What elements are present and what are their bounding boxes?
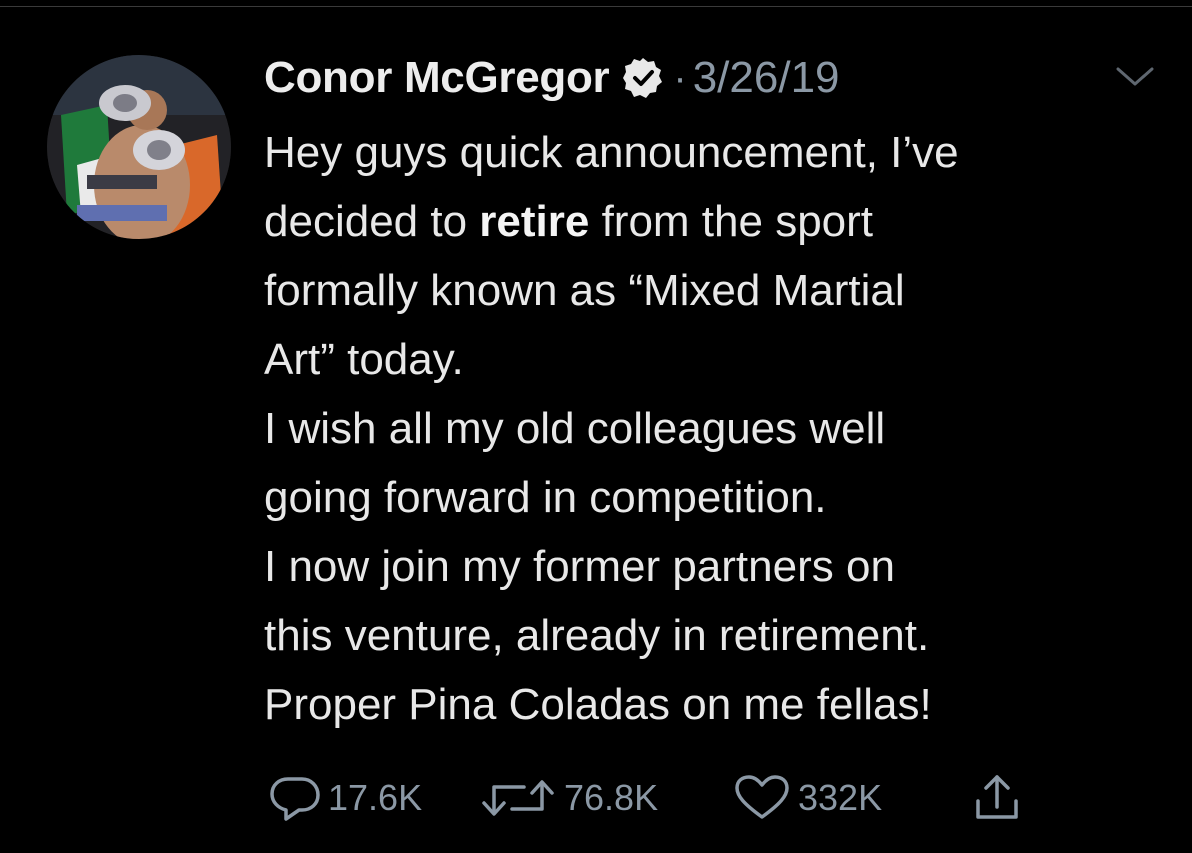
like-button[interactable]: 332K — [732, 773, 972, 823]
heart-icon — [735, 775, 789, 819]
tweet-text-segment: Art” today. — [264, 335, 464, 384]
tweet-text-segment: I wish all my old colleagues well — [264, 404, 886, 453]
avatar-photo — [47, 55, 231, 239]
tweet-text-segment: going forward in competition. — [264, 473, 827, 522]
tweet-text-segment: formally known as “Mixed Martial — [264, 266, 905, 315]
tweet-text-segment: I now join my former partners on — [264, 542, 895, 591]
tweet-header: Conor McGregor · 3/26/19 — [264, 50, 840, 106]
tweet-line: I now join my former partners on — [264, 532, 1164, 601]
tweet-text-segment: from the sport — [589, 197, 874, 246]
separator-dot: · — [673, 55, 687, 100]
tweet-text: Hey guys quick announcement, I’ve decided… — [264, 118, 1164, 739]
tweet-text-segment: Hey guys quick announcement, I’ve — [264, 128, 959, 177]
reply-count: 17.6K — [328, 777, 423, 818]
tweet-line: Proper Pina Coladas on me fellas! — [264, 670, 1164, 739]
tweet-line: decided to retire from the sport — [264, 187, 1164, 256]
retweet-count: 76.8K — [564, 777, 659, 818]
tweet-date[interactable]: 3/26/19 — [693, 53, 840, 103]
like-count: 332K — [798, 777, 883, 818]
author-name[interactable]: Conor McGregor — [264, 53, 610, 103]
retweet-icon — [482, 780, 554, 816]
tweet-text-segment: decided to — [264, 197, 480, 246]
tweet-line: I wish all my old colleagues well — [264, 394, 1164, 463]
share-button[interactable] — [972, 771, 1022, 825]
chevron-down-icon[interactable] — [1112, 60, 1158, 92]
top-divider — [0, 6, 1192, 7]
verified-badge-icon — [623, 58, 663, 98]
tweet-text-bold: retire — [479, 197, 590, 246]
reply-icon — [270, 777, 320, 821]
reply-button[interactable]: 17.6K — [268, 773, 478, 823]
tweet-line: this venture, already in retirement. — [264, 601, 1164, 670]
tweet-text-segment: Proper Pina Coladas on me fellas! — [264, 680, 932, 729]
action-bar: 17.6K 76.8K 332K — [268, 770, 1022, 826]
tweet-line: formally known as “Mixed Martial — [264, 256, 1164, 325]
tweet-line: Hey guys quick announcement, I’ve — [264, 118, 1164, 187]
tweet-line: Art” today. — [264, 325, 1164, 394]
retweet-button[interactable]: 76.8K — [478, 773, 732, 823]
tweet-line: going forward in competition. — [264, 463, 1164, 532]
share-icon — [976, 775, 1018, 819]
tweet-text-segment: this venture, already in retirement. — [264, 611, 930, 660]
avatar[interactable] — [47, 55, 231, 239]
